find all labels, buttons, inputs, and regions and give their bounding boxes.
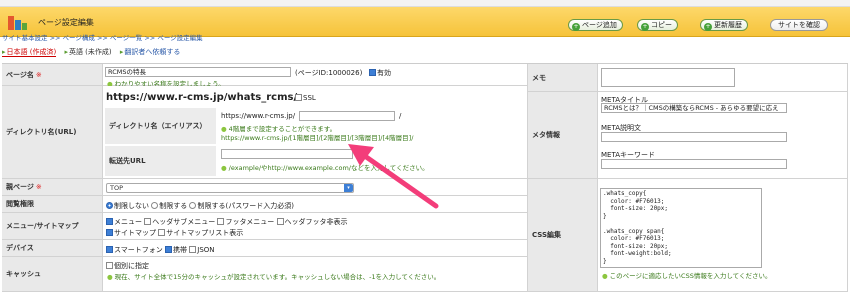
parent-page-cell: TOP ▾ <box>103 179 528 196</box>
enabled-checkbox-row[interactable]: 有効 <box>369 68 391 78</box>
css-textarea[interactable]: .whats_copy{ color: #F76013; font-size: … <box>600 188 762 268</box>
alias-prefix: https://www.r-cms.jp/ <box>221 112 296 120</box>
mobile-checkbox[interactable] <box>165 246 173 253</box>
page-name-label-cell: ページ名 ※ <box>2 64 103 86</box>
ssl-checkbox[interactable] <box>295 94 302 101</box>
access-radio-password[interactable] <box>189 202 197 209</box>
directory-cell: https://www.r-cms.jp/whats_rcms/ SSL ディレ… <box>103 86 528 179</box>
plus-icon: + <box>704 23 712 31</box>
menu-cell: メニュー ヘッダサブメニュー フッタメニュー ヘッダフッタ非表示 サイトマップ … <box>103 213 528 240</box>
chevron-down-icon: ▾ <box>344 184 353 192</box>
plus-icon: + <box>572 23 580 31</box>
redirect-url-input[interactable] <box>221 149 353 159</box>
ssl-checkbox-row[interactable]: SSL <box>295 94 316 102</box>
css-label-cell: CSS編集 <box>528 179 598 292</box>
menu-checkbox[interactable] <box>106 218 113 225</box>
directory-full-url: https://www.r-cms.jp/whats_rcms/ <box>106 92 298 103</box>
meta-cell: METAタイトル RCMSとは？｜CMSの構築ならRCMS - あらゆる要望に応… <box>598 92 848 179</box>
meta-title-input[interactable]: RCMSとは？｜CMSの構築ならRCMS - あらゆる要望に応え <box>601 103 787 113</box>
alias-label-cell: ディレクトリ名（エイリアス） <box>105 108 216 144</box>
page-name-cell: RCMSの特長 (ページID:1000026) 有効 ● わかりやすい名称を設定し… <box>103 64 528 88</box>
access-cell: 制限しない 制限する 制限する(パスワード入力必須) <box>103 196 528 213</box>
lang-tab-english[interactable]: 英語 (未作成) <box>64 48 111 56</box>
footer-menu-checkbox[interactable] <box>217 218 225 225</box>
css-hint: ● このページに適応したいCSS情報を入力してください。 <box>602 272 772 280</box>
rcms-logo-icon <box>6 12 28 32</box>
access-radio-none[interactable] <box>106 202 113 209</box>
meta-description-input[interactable] <box>601 132 787 142</box>
alias-suffix: / <box>399 112 402 120</box>
alias-example: https://www.r-cms.jp/[1階層目]/[2階層目]/[3階層目… <box>221 134 414 142</box>
language-tabs: 日本語 (作成済) 英語 (未作成) 翻訳者へ依頼する <box>2 47 186 57</box>
parent-page-select[interactable]: TOP ▾ <box>106 183 354 193</box>
cache-cell: 個別に指定 ● 現在、サイト全体で15分のキャッシュが設定されています。キャッシュ… <box>103 257 528 292</box>
enabled-checkbox[interactable] <box>369 69 376 76</box>
access-radio-group: 制限しない 制限する 制限する(パスワード入力必須) <box>106 201 294 211</box>
pin-icon: ● <box>221 164 227 172</box>
redirect-hint: ●/example/やhttp://www.example.com/などを入力し… <box>221 164 429 172</box>
cache-label-cell: キャッシュ <box>2 257 103 292</box>
cache-checkbox[interactable] <box>106 262 113 269</box>
sitemap-checkbox[interactable] <box>106 229 113 236</box>
page-settings-form: ページ名 ※ RCMSの特長 (ページID:1000026) 有効 ● わかりやすい… <box>2 63 848 292</box>
memo-cell <box>598 64 848 92</box>
device-cell: スマートフォン 携帯 JSON <box>103 240 528 257</box>
menu-label-cell: メニュー/サイトマップ <box>2 213 103 240</box>
pin-icon: ● <box>107 273 113 281</box>
header-submenu-checkbox[interactable] <box>144 218 152 225</box>
copy-button[interactable]: + コピー <box>637 19 678 31</box>
meta-keywords-input[interactable] <box>601 159 787 169</box>
cache-hint: ● 現在、サイト全体で15分のキャッシュが設定されています。キャッシュしない場合は… <box>107 273 441 281</box>
page-title: ページ設定編集 <box>38 18 94 27</box>
directory-label-cell: ディレクトリ名(URL) <box>2 86 103 179</box>
device-checkbox-row: スマートフォン 携帯 JSON <box>106 245 215 255</box>
parent-page-label-cell: 親ページ ※ <box>2 179 103 196</box>
json-checkbox[interactable] <box>189 246 197 253</box>
pin-icon: ● <box>602 272 608 280</box>
redirect-label-cell: 転送先URL <box>105 146 216 176</box>
page-name-input[interactable]: RCMSの特長 <box>105 67 291 77</box>
memo-label-cell: メモ <box>528 64 598 92</box>
menu-checkbox-row-1: メニュー ヘッダサブメニュー フッタメニュー ヘッダフッタ非表示 <box>106 217 348 227</box>
request-translator-link[interactable]: 翻訳者へ依頼する <box>120 48 181 56</box>
breadcrumb[interactable]: サイト基本設定 >> ページ構成 >> ページ一覧 >> ページ設定編集 <box>2 32 203 42</box>
css-code-text: .whats_copy{ color: #F76013; font-size: … <box>603 190 672 265</box>
plus-icon: + <box>641 23 649 31</box>
hide-header-footer-checkbox[interactable] <box>276 218 284 225</box>
meta-label-cell: メタ情報 <box>528 92 598 179</box>
browser-top-strip <box>0 0 850 7</box>
page-id-text: (ページID:1000026) <box>295 69 363 77</box>
access-label-cell: 閲覧権限 <box>2 196 103 213</box>
cache-checkbox-row[interactable]: 個別に指定 <box>106 261 149 271</box>
view-site-button[interactable]: サイトを確認 <box>770 19 828 31</box>
lang-tab-japanese[interactable]: 日本語 (作成済) <box>2 48 57 57</box>
smartphone-checkbox[interactable] <box>106 246 113 253</box>
memo-textarea[interactable] <box>601 68 735 87</box>
device-label-cell: デバイス <box>2 240 103 257</box>
css-cell: .whats_copy{ color: #F76013; font-size: … <box>598 179 848 292</box>
access-radio-restrict[interactable] <box>151 202 159 209</box>
sitemap-list-checkbox[interactable] <box>158 229 166 236</box>
menu-checkbox-row-2: サイトマップ サイトマップリスト表示 <box>106 228 243 238</box>
add-page-button[interactable]: + ページ追加 <box>568 19 623 31</box>
update-history-button[interactable]: + 更新履歴 <box>700 19 748 31</box>
alias-input[interactable] <box>299 111 395 121</box>
